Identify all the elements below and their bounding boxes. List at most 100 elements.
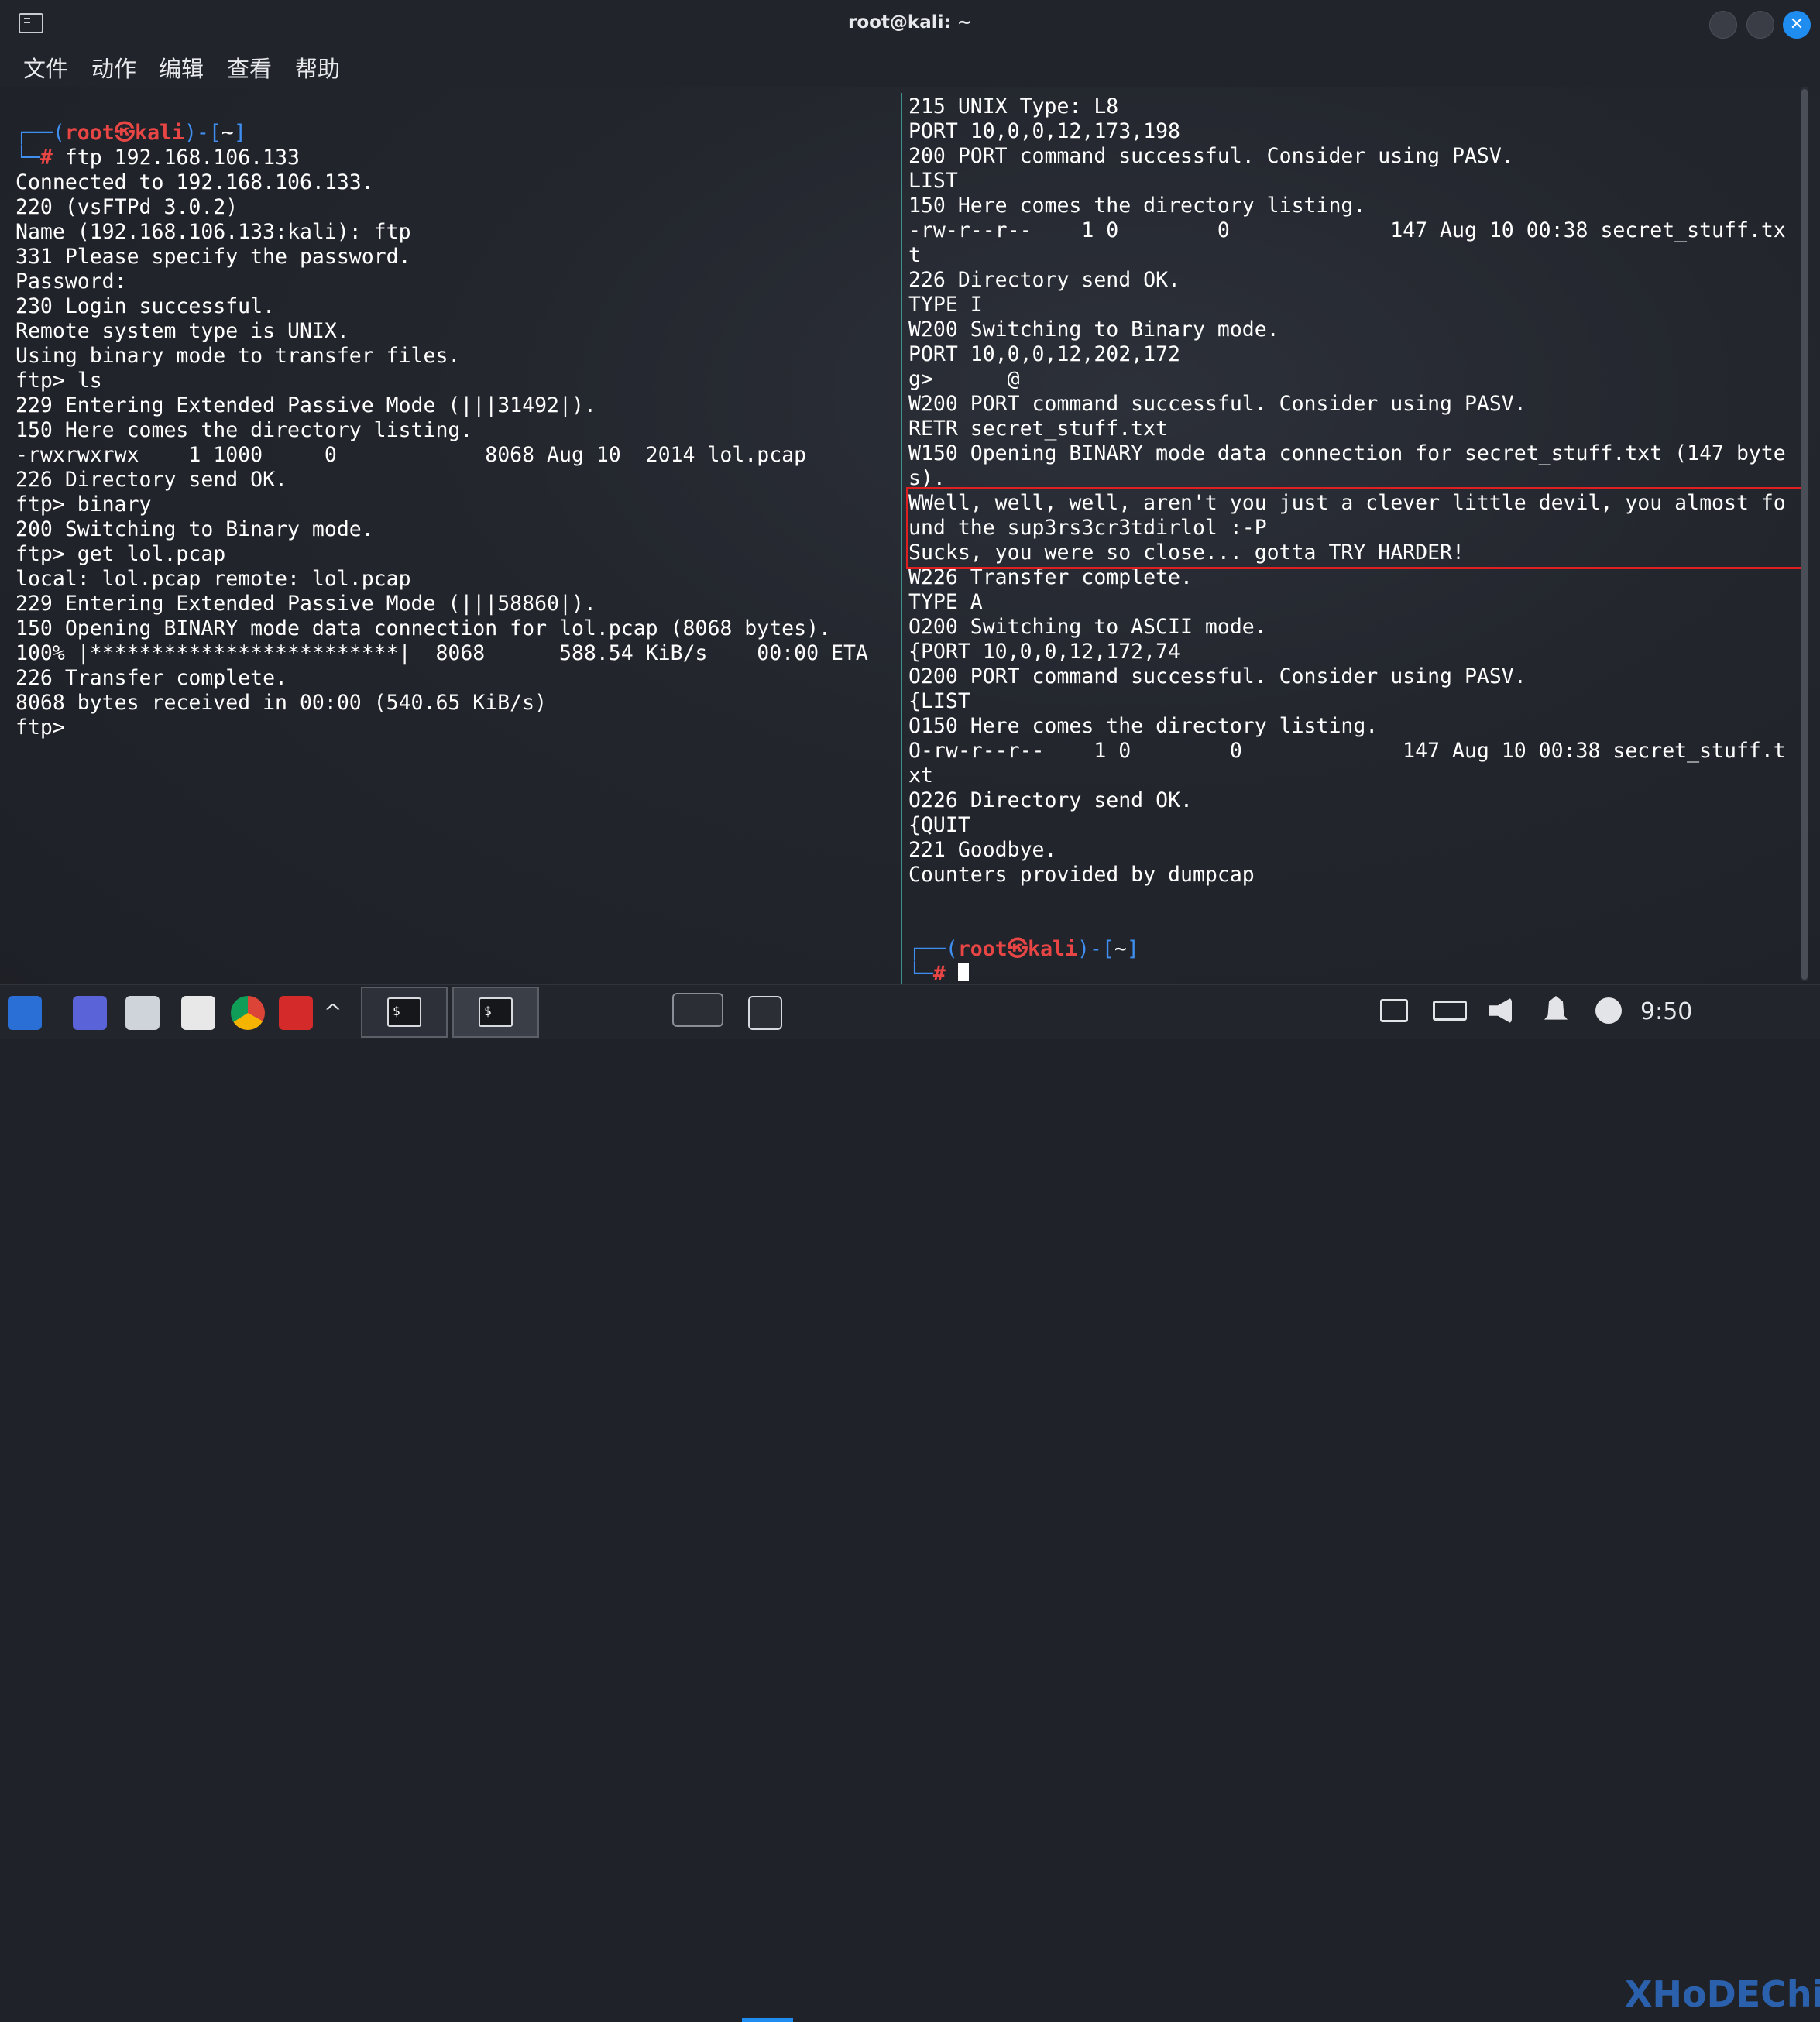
prompt-bracket: ] — [1126, 937, 1139, 961]
terminal-line: 150 Here comes the directory listing. — [15, 418, 473, 442]
terminal-line: {PORT 10,0,0,12,172,74 — [908, 640, 1180, 664]
terminal-line: TYPE A — [908, 590, 983, 614]
terminal-line: W200 Switching to Binary mode. — [908, 318, 1279, 342]
taskbar-task-terminal-1[interactable]: $_ — [361, 987, 448, 1038]
left-output-lines: Connected to 192.168.106.133. 220 (vsFTPd… — [15, 170, 900, 740]
left-terminal-pane[interactable]: ┌──(root㉿kali)-[~] └─# ftp 192.168.106.1… — [0, 87, 900, 981]
file-manager-icon[interactable] — [125, 996, 160, 1030]
terminal-line: ftp> binary — [15, 493, 152, 517]
watermark-logo: XHoDEChi — [1625, 1973, 1820, 2015]
terminal-line: 229 Entering Extended Passive Mode (|||3… — [15, 393, 596, 417]
terminal-line: O150 Here comes the directory listing. — [908, 714, 1379, 738]
terminal-launcher-icon[interactable] — [279, 996, 313, 1030]
terminal-line: -rw-r--r-- 1 0 0 147 Aug 10 00:38 secret… — [908, 218, 1786, 242]
terminal-line: Connected to 192.168.106.133. — [15, 170, 374, 194]
window-title: root@kali: ~ — [847, 12, 972, 33]
prompt-path: ~ — [1114, 937, 1127, 961]
menu-view[interactable]: 查看 — [227, 51, 272, 84]
terminal-line: LIST — [908, 169, 958, 193]
terminal-line: O226 Directory send OK. — [908, 788, 1193, 812]
terminal-line: -rwxrwxrwx 1 1000 0 8068 Aug 10 2014 lol… — [15, 443, 807, 467]
desktop-icon[interactable] — [73, 996, 107, 1030]
terminal-line: PORT 10,0,0,12,173,198 — [908, 119, 1180, 143]
terminal-line: {QUIT — [908, 813, 970, 837]
terminal-line: 200 Switching to Binary mode. — [15, 517, 374, 541]
left-terminal-output: ┌──(root㉿kali)-[~] └─# ftp 192.168.106.1… — [0, 87, 900, 740]
terminal-line: 215 UNIX Type: L8 — [908, 94, 1119, 118]
prompt-bracket: ┌──( — [908, 937, 958, 961]
menu-action[interactable]: 动作 — [91, 51, 136, 84]
terminal-line: PORT 10,0,0,12,202,172 — [908, 342, 1180, 366]
prompt-user: root㉿kali — [64, 121, 184, 145]
keyboard-icon[interactable] — [1433, 1001, 1467, 1021]
terminal-line: 150 Opening BINARY mode data connection … — [15, 616, 831, 640]
terminal-line: 226 Transfer complete. — [15, 666, 287, 690]
title-bar[interactable]: root@kali: ~ ✕ — [0, 0, 1820, 48]
menu-help[interactable]: 帮助 — [295, 51, 340, 84]
prompt-bracket: ┌──( — [15, 121, 65, 145]
prompt-command: ftp 192.168.106.133 — [64, 146, 300, 170]
minimize-button[interactable] — [1709, 11, 1737, 39]
terminal-icon: $_ — [479, 997, 513, 1027]
workspace-switcher[interactable] — [672, 993, 723, 1027]
terminal-line: Counters provided by dumpcap — [908, 863, 1255, 887]
terminal-line: {LIST — [908, 689, 970, 713]
menu-bar: 文件 动作 编辑 查看 帮助 — [0, 48, 1820, 87]
prompt-path: ~ — [221, 121, 234, 145]
power-icon[interactable] — [1595, 997, 1622, 1024]
prompt-hash: # — [932, 962, 958, 981]
terminal-line: 331 Please specify the password. — [15, 245, 411, 269]
terminal-line: 200 PORT command successful. Consider us… — [908, 144, 1514, 168]
terminal-line: t — [908, 243, 921, 267]
scrollbar-thumb[interactable] — [1801, 89, 1808, 980]
chrome-icon[interactable] — [231, 996, 265, 1030]
prompt-corner: └─ — [908, 962, 933, 981]
terminal-line: 150 Here comes the directory listing. — [908, 194, 1366, 218]
terminal-line: g> @ — [908, 367, 1020, 391]
terminal-line: 230 Login successful. — [15, 294, 276, 318]
pane-divider[interactable] — [901, 93, 902, 984]
active-terminal-icon[interactable] — [748, 996, 782, 1030]
terminal-line: 226 Directory send OK. — [908, 268, 1180, 292]
terminal-line: 229 Entering Extended Passive Mode (|||5… — [15, 592, 596, 616]
terminal-line: Remote system type is UNIX. — [15, 319, 349, 343]
terminal-line: xt — [908, 764, 933, 788]
terminal-line: 220 (vsFTPd 3.0.2) — [15, 195, 239, 219]
prompt-corner: └─ — [15, 146, 40, 170]
terminal-line: W200 PORT command successful. Consider u… — [908, 392, 1526, 416]
close-button[interactable]: ✕ — [1783, 11, 1811, 39]
terminal-line: O-rw-r--r-- 1 0 0 147 Aug 10 00:38 secre… — [908, 739, 1786, 763]
terminal-line: TYPE I — [908, 293, 983, 317]
display-icon[interactable] — [1380, 999, 1408, 1022]
maximize-button[interactable] — [1746, 11, 1774, 39]
volume-icon[interactable] — [1489, 997, 1512, 1024]
prompt-hash: # — [39, 146, 65, 170]
terminal-line: 100% |*************************| 8068 58… — [15, 641, 868, 665]
text-cursor — [957, 963, 969, 981]
menu-file[interactable]: 文件 — [23, 51, 68, 84]
menu-edit[interactable]: 编辑 — [159, 51, 204, 84]
terminal-line: ftp> — [15, 716, 77, 740]
prompt-bracket: )-[ — [1077, 937, 1114, 961]
terminal-line: O200 PORT command successful. Consider u… — [908, 664, 1526, 688]
taskbar-task-terminal-2[interactable]: $_ — [452, 987, 539, 1038]
terminal-line: 221 Goodbye. — [908, 838, 1057, 862]
terminal-window: root@kali: ~ ✕ 文件 动作 编辑 查看 帮助 ┌──(root㉿k… — [0, 0, 1820, 2022]
terminal-line: local: lol.pcap remote: lol.pcap — [15, 567, 411, 591]
clock[interactable]: 9:50 — [1640, 998, 1692, 1025]
notification-bell-icon[interactable] — [1544, 996, 1568, 1020]
terminal-line: 226 Directory send OK. — [15, 468, 287, 492]
terminal-line: 8068 bytes received in 00:00 (540.65 KiB… — [15, 691, 548, 715]
terminal-icon: $_ — [387, 997, 421, 1027]
kali-menu-icon[interactable] — [8, 996, 42, 1030]
terminal-line: Password: — [15, 269, 127, 294]
highlight-box — [906, 487, 1803, 569]
terminal-line: W150 Opening BINARY mode data connection… — [908, 441, 1786, 465]
terminal-line: Using binary mode to transfer files. — [15, 344, 461, 368]
terminal-line: ftp> get lol.pcap — [15, 542, 226, 566]
chevron-up-icon[interactable]: ^ — [324, 999, 342, 1025]
text-editor-icon[interactable] — [181, 996, 215, 1030]
prompt-bracket: ] — [233, 121, 246, 145]
terminal-line: O200 Switching to ASCII mode. — [908, 615, 1267, 639]
